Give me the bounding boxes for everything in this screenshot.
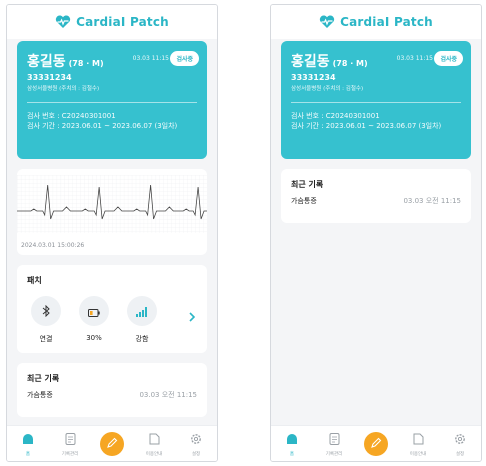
list-item[interactable]: 가슴통증 03.03 오전 11:15 bbox=[27, 390, 197, 400]
nav-write[interactable] bbox=[95, 431, 129, 456]
heart-logo-icon bbox=[55, 15, 71, 29]
nav-home[interactable]: 홈 bbox=[11, 430, 45, 457]
patient-id: 33331234 bbox=[27, 73, 72, 82]
patient-hospital: 삼성서울병원 (주치의 : 김철수) bbox=[27, 86, 100, 92]
patch-battery[interactable]: 30% bbox=[75, 296, 113, 342]
patient-last-update: 03.03 11:15 bbox=[132, 55, 169, 62]
patch-card: 패치 연결 30% 강함 bbox=[17, 265, 207, 353]
settings-icon bbox=[454, 430, 466, 449]
record-time: 03.03 오전 11:15 bbox=[139, 391, 197, 399]
nav-settings[interactable]: 설정 bbox=[179, 430, 213, 457]
home-icon bbox=[286, 430, 298, 449]
nav-settings[interactable]: 설정 bbox=[443, 430, 477, 457]
patient-name: 홍길동 bbox=[291, 54, 330, 70]
patient-last-update: 03.03 11:15 bbox=[396, 55, 433, 62]
bottom-nav: 홈 기록관리 이용안내 설정 bbox=[7, 425, 217, 461]
nav-records[interactable]: 기록관리 bbox=[53, 430, 87, 457]
patient-id: 33331234 bbox=[291, 73, 336, 82]
exam-period: 검사 기간 : 2023.06.01 ~ 2023.06.07 (3일차) bbox=[27, 122, 178, 130]
patch-connection[interactable]: 연결 bbox=[27, 296, 65, 344]
heart-logo-icon bbox=[319, 15, 335, 29]
ecg-card[interactable]: 2024.03.01 15:00:26 bbox=[17, 169, 207, 255]
card-divider bbox=[291, 102, 461, 103]
chevron-right-icon[interactable] bbox=[189, 307, 196, 326]
recent-title: 최근 기록 bbox=[27, 374, 60, 383]
record-time: 03.03 오전 11:15 bbox=[403, 197, 461, 205]
nav-settings-label: 설정 bbox=[455, 452, 465, 457]
home-icon bbox=[22, 430, 34, 449]
battery-label: 30% bbox=[86, 334, 102, 342]
ecg-timestamp: 2024.03.01 15:00:26 bbox=[21, 242, 85, 249]
exam-number: 검사 번호 : C20240301001 bbox=[27, 112, 116, 120]
nav-records[interactable]: 기록관리 bbox=[317, 430, 351, 457]
bluetooth-icon bbox=[41, 302, 51, 321]
guide-icon bbox=[149, 430, 160, 449]
recent-records-card: 최근 기록 가슴통증 03.03 오전 11:15 bbox=[17, 363, 207, 417]
app-brand: CardiaI Patch bbox=[340, 15, 433, 29]
nav-guide[interactable]: 이용안내 bbox=[401, 430, 435, 457]
exam-number: 검사 번호 : C20240301001 bbox=[291, 112, 380, 120]
nav-settings-label: 설정 bbox=[191, 452, 201, 457]
record-icon bbox=[329, 430, 340, 449]
record-icon bbox=[65, 430, 76, 449]
exam-period: 검사 기간 : 2023.06.01 ~ 2023.06.07 (3일차) bbox=[291, 122, 442, 130]
nav-write[interactable] bbox=[359, 431, 393, 456]
status-badge: 검사중 bbox=[434, 51, 463, 66]
nav-guide[interactable]: 이용안내 bbox=[137, 430, 171, 457]
status-badge: 검사중 bbox=[170, 51, 199, 66]
list-item[interactable]: 가슴통증 03.03 오전 11:15 bbox=[291, 196, 461, 206]
nav-guide-label: 이용안내 bbox=[409, 452, 427, 457]
guide-icon bbox=[413, 430, 424, 449]
nav-records-label: 기록관리 bbox=[325, 452, 343, 457]
patient-meta: (78 · M) bbox=[68, 59, 104, 68]
home-screen: CardiaI Patch 홍길동 (78 · M) 03.03 11:15 검… bbox=[6, 4, 218, 462]
write-button[interactable] bbox=[364, 431, 388, 456]
connection-label: 연결 bbox=[39, 335, 53, 343]
card-divider bbox=[27, 102, 197, 103]
pencil-icon bbox=[370, 434, 382, 453]
patch-signal[interactable]: 강함 bbox=[123, 296, 161, 344]
app-header: CardiaI Patch bbox=[7, 5, 217, 39]
patient-name: 홍길동 bbox=[27, 54, 66, 70]
patch-title: 패치 bbox=[27, 276, 42, 285]
signal-icon bbox=[136, 302, 148, 321]
recent-records-card: 최근 기록 가슴통증 03.03 오전 11:15 bbox=[281, 169, 471, 223]
nav-records-label: 기록관리 bbox=[61, 452, 79, 457]
nav-home[interactable]: 홈 bbox=[275, 430, 309, 457]
pencil-icon bbox=[106, 434, 118, 453]
patient-card[interactable]: 홍길동 (78 · M) 03.03 11:15 검사중 33331234 삼성… bbox=[17, 41, 207, 159]
ecg-waveform bbox=[17, 175, 207, 233]
home-screen-no-patch: CardiaI Patch 홍길동 (78 · M) 03.03 11:15 검… bbox=[270, 4, 482, 462]
patient-hospital: 삼성서울병원 (주치의 : 김철수) bbox=[291, 86, 364, 92]
battery-icon bbox=[88, 302, 100, 321]
patient-meta: (78 · M) bbox=[332, 59, 368, 68]
record-label: 가슴통증 bbox=[291, 197, 317, 205]
recent-title: 최근 기록 bbox=[291, 180, 324, 189]
patient-card[interactable]: 홍길동 (78 · M) 03.03 11:15 검사중 33331234 삼성… bbox=[281, 41, 471, 159]
bottom-nav: 홈 기록관리 이용안내 설정 bbox=[271, 425, 481, 461]
nav-guide-label: 이용안내 bbox=[145, 452, 163, 457]
settings-icon bbox=[190, 430, 202, 449]
app-brand: CardiaI Patch bbox=[76, 15, 169, 29]
nav-home-label: 홈 bbox=[289, 452, 295, 457]
app-header: CardiaI Patch bbox=[271, 5, 481, 39]
write-button[interactable] bbox=[100, 431, 124, 456]
signal-label: 강함 bbox=[135, 335, 149, 343]
record-label: 가슴통증 bbox=[27, 391, 53, 399]
nav-home-label: 홈 bbox=[25, 452, 31, 457]
